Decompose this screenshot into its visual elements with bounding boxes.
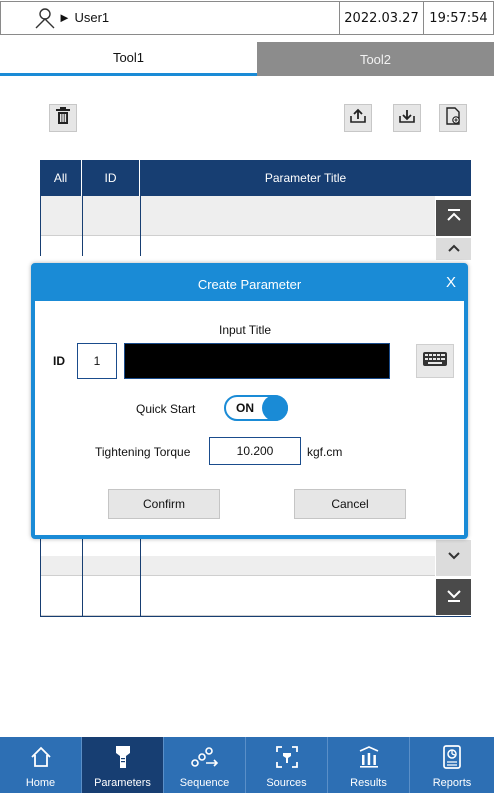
table-divider <box>140 196 141 256</box>
scroll-bottom-button[interactable] <box>436 579 471 615</box>
scroll-up-button[interactable] <box>436 238 471 260</box>
import-button[interactable] <box>393 104 421 132</box>
toggle-knob <box>262 395 288 421</box>
delete-button[interactable] <box>49 104 77 132</box>
nav-label: Results <box>350 777 387 789</box>
id-field[interactable]: 1 <box>77 343 117 379</box>
keyboard-icon <box>422 351 448 372</box>
sources-icon <box>246 742 327 772</box>
trash-icon <box>55 106 71 130</box>
tab-tool2[interactable]: Tool2 <box>257 42 494 76</box>
scroll-down-button[interactable] <box>436 540 471 576</box>
table-divider <box>82 536 83 616</box>
table-border-bottom <box>40 616 471 617</box>
table-header: All ID Parameter Title <box>40 160 471 196</box>
tightening-torque-label: Tightening Torque <box>95 445 191 459</box>
new-file-icon <box>445 106 461 130</box>
bottom-nav: Home Parameters Sequence Sources Results… <box>0 737 494 793</box>
close-button[interactable]: X <box>446 274 456 291</box>
confirm-button[interactable]: Confirm <box>108 489 220 519</box>
input-title-label: Input Title <box>219 323 272 337</box>
quick-start-toggle[interactable]: ON <box>224 395 288 421</box>
table-divider <box>82 196 83 256</box>
table-border-left <box>40 536 41 616</box>
nav-label: Sources <box>266 777 307 789</box>
nav-sequence[interactable]: Sequence <box>164 737 246 793</box>
dialog-title: Create Parameter <box>197 276 302 292</box>
date-display: 2022.03.27 <box>340 1 424 35</box>
toggle-state: ON <box>236 401 254 415</box>
table-row[interactable] <box>40 556 435 576</box>
torque-unit: kgf.cm <box>307 445 343 459</box>
scroll-top-button[interactable] <box>436 200 471 236</box>
table-border-left <box>40 196 41 256</box>
torque-input[interactable]: 10.200 <box>209 437 301 465</box>
create-parameter-dialog: Create Parameter X Input Title ID 1 Quic… <box>31 263 468 539</box>
chevron-down-icon <box>446 549 462 567</box>
sequence-icon <box>164 742 245 772</box>
column-parameter-title: Parameter Title <box>264 171 347 185</box>
results-icon <box>328 742 409 772</box>
nav-label: Parameters <box>94 777 151 789</box>
user-name: ► User1 <box>58 10 110 25</box>
nav-label: Home <box>25 777 56 789</box>
table-row[interactable] <box>40 576 435 616</box>
cancel-button[interactable]: Cancel <box>294 489 406 519</box>
nav-label: Sequence <box>179 777 230 789</box>
quick-start-label: Quick Start <box>136 402 196 416</box>
user-icon <box>34 7 56 29</box>
nav-parameters[interactable]: Parameters <box>82 737 164 793</box>
title-input[interactable] <box>124 343 390 379</box>
upload-icon <box>349 108 367 129</box>
home-icon <box>0 742 81 772</box>
scroll-bottom-icon <box>445 586 463 609</box>
dialog-header: Create Parameter X <box>35 267 464 301</box>
download-icon <box>398 108 416 129</box>
nav-reports[interactable]: Reports <box>410 737 494 793</box>
wrench-icon <box>82 742 163 772</box>
new-parameter-button[interactable] <box>439 104 467 132</box>
time-display: 19:57:54 <box>424 1 494 35</box>
reports-icon <box>410 742 494 772</box>
table-divider <box>140 536 141 616</box>
tab-tool1[interactable]: Tool1 <box>0 42 257 76</box>
nav-home[interactable]: Home <box>0 737 82 793</box>
nav-sources[interactable]: Sources <box>246 737 328 793</box>
column-id: ID <box>82 160 140 196</box>
column-all[interactable]: All <box>40 160 82 196</box>
id-label: ID <box>53 354 65 368</box>
status-bar: ► User1 2022.03.27 19:57:54 <box>0 0 494 38</box>
keyboard-button[interactable] <box>416 344 454 378</box>
chevron-up-icon <box>446 240 462 258</box>
nav-label: Reports <box>432 777 472 789</box>
table-row[interactable] <box>40 196 435 236</box>
scroll-top-icon <box>445 207 463 230</box>
nav-results[interactable]: Results <box>328 737 410 793</box>
export-button[interactable] <box>344 104 372 132</box>
